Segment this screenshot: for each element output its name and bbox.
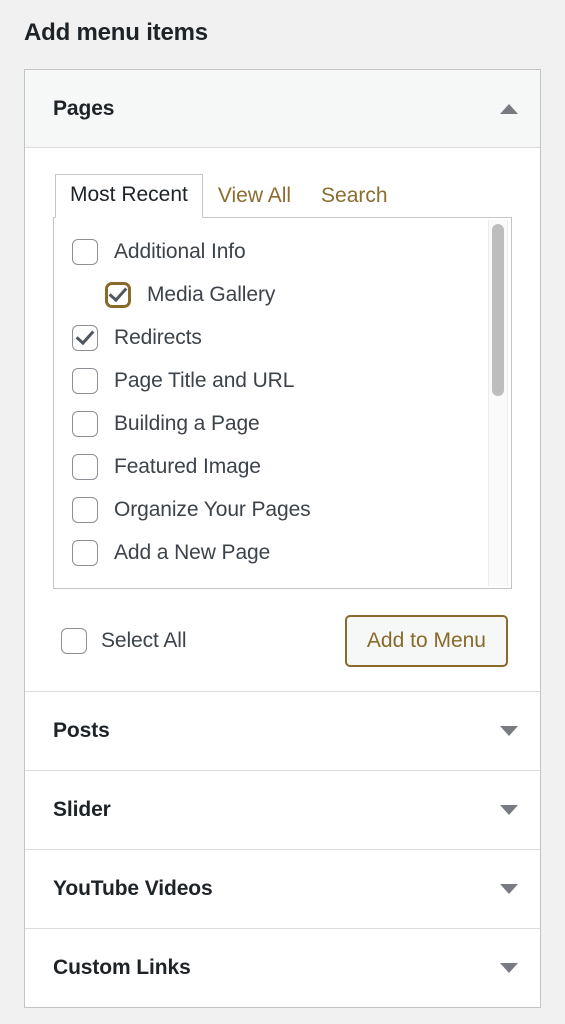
tab-view-all[interactable]: View All xyxy=(203,175,306,218)
list-item-label: Additional Info xyxy=(114,239,246,263)
accordion-title-youtube-videos: YouTube Videos xyxy=(53,877,213,900)
accordion-section-pages: Pages Most Recent View All Search Additi… xyxy=(25,70,540,692)
chevron-up-icon[interactable] xyxy=(500,103,518,114)
checkbox-page-title-and-url[interactable] xyxy=(72,367,98,394)
pages-panel-body: Most Recent View All Search Additional I… xyxy=(25,148,540,691)
list-item[interactable]: Featured Image xyxy=(54,445,511,488)
list-item-label: Media Gallery xyxy=(147,282,276,306)
chevron-down-icon[interactable] xyxy=(500,884,518,894)
accordion-header-slider[interactable]: Slider xyxy=(25,771,540,849)
list-item-label: Redirects xyxy=(114,325,202,349)
scrollbar-thumb[interactable] xyxy=(492,224,504,396)
list-item[interactable]: Media Gallery xyxy=(54,273,511,316)
pages-tabs: Most Recent View All Search xyxy=(53,174,512,218)
chevron-down-icon[interactable] xyxy=(500,726,518,736)
pages-list-scrollbar[interactable] xyxy=(488,220,508,586)
checkbox-add-a-new-page[interactable] xyxy=(72,539,98,566)
list-item-label: Organize Your Pages xyxy=(114,497,311,521)
list-item[interactable]: Additional Info xyxy=(54,230,511,273)
select-all-label: Select All xyxy=(101,629,187,652)
pages-list: Additional Info Media Gallery Redirects … xyxy=(54,218,511,574)
accordion-header-custom-links[interactable]: Custom Links xyxy=(25,929,540,1007)
chevron-down-icon[interactable] xyxy=(500,963,518,973)
list-item-label: Page Title and URL xyxy=(114,368,295,392)
checkbox-redirects[interactable] xyxy=(72,324,98,351)
accordion-title-slider: Slider xyxy=(53,798,111,821)
accordion-title-posts: Posts xyxy=(53,719,110,742)
checkbox-featured-image[interactable] xyxy=(72,453,98,480)
checkbox-building-a-page[interactable] xyxy=(72,410,98,437)
accordion-section-posts: Posts xyxy=(25,692,540,771)
checkbox-organize-your-pages[interactable] xyxy=(72,496,98,523)
pages-panel-actions: Select All Add to Menu xyxy=(53,615,512,667)
accordion-header-youtube-videos[interactable]: YouTube Videos xyxy=(25,850,540,928)
select-all-control[interactable]: Select All xyxy=(61,628,186,654)
list-item-label: Add a New Page xyxy=(114,540,271,564)
accordion-section-slider: Slider xyxy=(25,771,540,850)
list-item-label: Featured Image xyxy=(114,454,261,478)
tab-most-recent[interactable]: Most Recent xyxy=(55,174,203,218)
list-item[interactable]: Building a Page xyxy=(54,402,511,445)
accordion-section-youtube-videos: YouTube Videos xyxy=(25,850,540,929)
list-item[interactable]: Page Title and URL xyxy=(54,359,511,402)
list-item[interactable]: Redirects xyxy=(54,316,511,359)
add-menu-items-accordion: Pages Most Recent View All Search Additi… xyxy=(24,69,541,1008)
pages-list-container: Additional Info Media Gallery Redirects … xyxy=(53,217,512,589)
checkbox-media-gallery[interactable] xyxy=(105,281,131,308)
accordion-header-posts[interactable]: Posts xyxy=(25,692,540,770)
accordion-section-custom-links: Custom Links xyxy=(25,929,540,1008)
accordion-header-pages[interactable]: Pages xyxy=(25,70,540,148)
chevron-down-icon[interactable] xyxy=(500,805,518,815)
page-title: Add menu items xyxy=(24,19,208,46)
accordion-title-custom-links: Custom Links xyxy=(53,956,191,979)
checkbox-select-all[interactable] xyxy=(61,628,87,654)
list-item[interactable]: Add a New Page xyxy=(54,531,511,574)
tab-search[interactable]: Search xyxy=(306,175,403,218)
list-item[interactable]: Organize Your Pages xyxy=(54,488,511,531)
add-to-menu-button[interactable]: Add to Menu xyxy=(344,615,508,667)
accordion-title-pages: Pages xyxy=(53,96,115,120)
checkbox-additional-info[interactable] xyxy=(72,238,98,265)
list-item-label: Building a Page xyxy=(114,411,260,435)
